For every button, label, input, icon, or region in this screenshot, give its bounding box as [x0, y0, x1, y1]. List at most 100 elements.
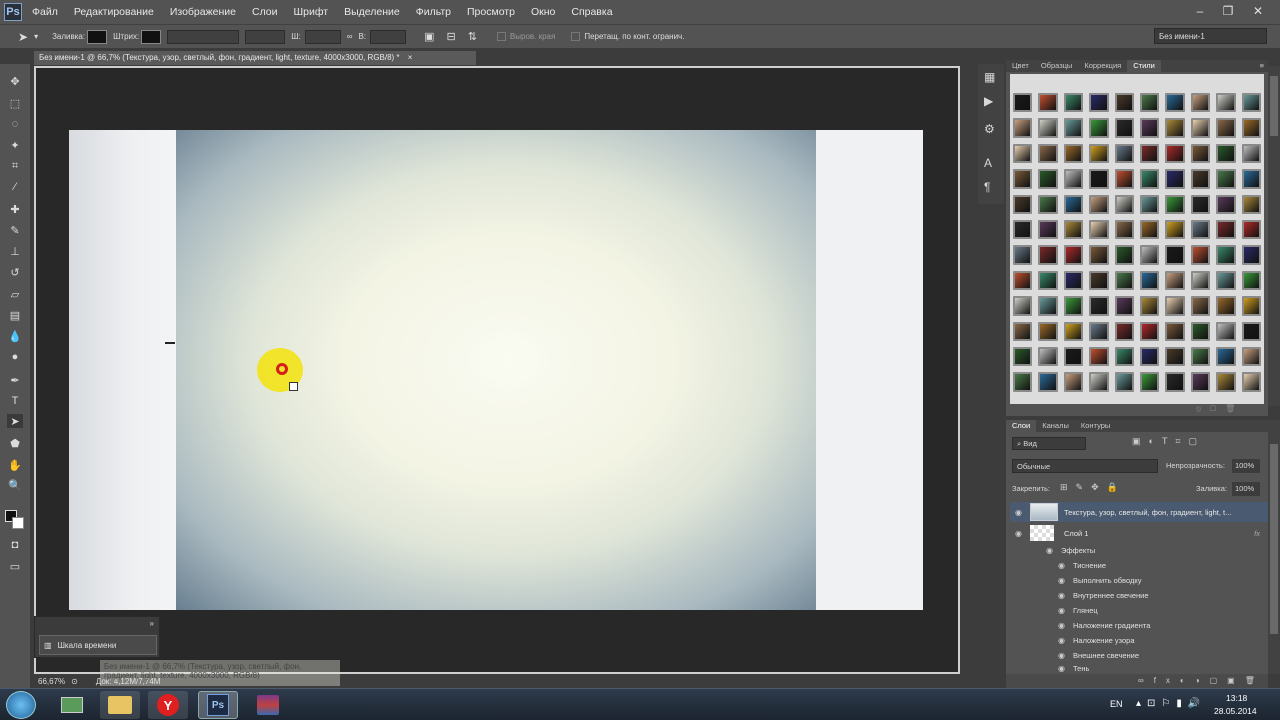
style-preset-swatch[interactable] [1190, 143, 1211, 164]
style-preset-swatch[interactable] [1038, 169, 1058, 189]
style-preset-swatch[interactable] [1165, 194, 1185, 214]
tray-icons[interactable]: ▴⊡⚐▮🔊 [1136, 698, 1206, 709]
style-preset-swatch[interactable] [1063, 219, 1084, 240]
style-preset-swatch[interactable] [1139, 321, 1160, 341]
style-preset-swatch[interactable] [1139, 372, 1160, 392]
style-preset-swatch[interactable] [1063, 321, 1084, 341]
fill-swatch[interactable] [87, 29, 108, 44]
menu-help[interactable]: Справка [571, 6, 612, 18]
style-preset-swatch[interactable] [1114, 270, 1134, 291]
style-preset-swatch[interactable] [1216, 372, 1236, 392]
style-preset-swatch[interactable] [1165, 372, 1185, 392]
effects-header[interactable]: ◉ Эффекты [1046, 543, 1095, 558]
style-preset-swatch[interactable] [1089, 321, 1109, 341]
panel-menu-icon[interactable]: ≡ [1256, 60, 1268, 72]
style-preset-swatch[interactable] [1190, 169, 1211, 189]
menu-edit[interactable]: Редактирование [74, 6, 154, 18]
panel-expand-icon[interactable]: » [150, 619, 154, 628]
effect-row[interactable]: ◉ Внешнее свечение [1058, 648, 1139, 663]
style-preset-swatch[interactable] [1038, 93, 1058, 113]
style-preset-swatch[interactable] [1013, 321, 1033, 341]
style-preset-swatch[interactable] [1241, 346, 1261, 367]
style-preset-swatch[interactable] [1013, 169, 1033, 189]
style-preset-swatch[interactable] [1190, 245, 1211, 265]
style-preset-swatch[interactable] [1114, 321, 1134, 341]
style-preset-swatch[interactable] [1038, 296, 1058, 316]
document-canvas[interactable] [69, 130, 923, 610]
style-preset-swatch[interactable] [1089, 143, 1109, 164]
height-field[interactable] [370, 29, 407, 44]
styles-scrollbar[interactable] [1268, 66, 1280, 406]
tab-paths[interactable]: Контуры [1075, 420, 1116, 432]
document-tab[interactable]: Без имени-1 @ 66,7% (Текстура, узор, све… [34, 51, 476, 65]
menu-image[interactable]: Изображение [170, 6, 236, 18]
width-field[interactable] [304, 29, 341, 44]
style-preset-swatch[interactable] [1013, 346, 1033, 367]
style-preset-swatch[interactable] [1038, 194, 1058, 214]
stroke-type-dropdown[interactable] [245, 29, 286, 44]
start-button-icon[interactable] [6, 691, 36, 719]
style-preset-swatch[interactable] [1241, 93, 1261, 113]
effect-row[interactable]: ◉ Наложение градиента [1058, 618, 1150, 633]
style-preset-swatch[interactable] [1089, 93, 1109, 113]
style-preset-swatch[interactable] [1216, 245, 1236, 265]
style-preset-swatch[interactable] [1139, 270, 1160, 291]
path-select-tool-icon[interactable]: ➤ [18, 30, 28, 44]
style-preset-swatch[interactable] [1063, 194, 1084, 214]
stroke-swatch[interactable] [141, 29, 162, 44]
lasso-tool-icon[interactable]: ◌ [7, 117, 23, 131]
style-preset-swatch[interactable] [1241, 372, 1261, 392]
style-preset-swatch[interactable] [1114, 169, 1134, 189]
clock-date[interactable]: 28.05.2014 [1214, 706, 1257, 716]
style-preset-swatch[interactable] [1089, 219, 1109, 240]
properties-panel-icon[interactable]: ⚙ [984, 122, 995, 136]
actions-panel-icon[interactable]: ▶ [984, 94, 993, 108]
path-ops-icon[interactable]: ▣ [424, 30, 434, 43]
align-edges-checkbox[interactable] [496, 32, 506, 41]
healing-brush-tool-icon[interactable]: ✚ [7, 202, 23, 216]
style-preset-swatch[interactable] [1216, 169, 1236, 189]
magic-wand-tool-icon[interactable]: ✦ [7, 138, 23, 152]
style-preset-swatch[interactable] [1038, 219, 1058, 240]
clone-stamp-tool-icon[interactable]: ⊥ [7, 244, 23, 258]
style-preset-swatch[interactable] [1165, 169, 1185, 189]
style-preset-swatch[interactable] [1190, 346, 1211, 367]
style-preset-swatch[interactable] [1038, 118, 1058, 138]
style-preset-swatch[interactable] [1063, 372, 1084, 392]
close-icon[interactable]: ✕ [1248, 2, 1268, 20]
style-preset-swatch[interactable] [1241, 118, 1261, 138]
stroke-width-field[interactable] [167, 29, 240, 44]
menu-file[interactable]: Файл [32, 6, 58, 18]
style-preset-swatch[interactable] [1013, 118, 1033, 138]
fill-field[interactable]: 100% [1232, 482, 1260, 496]
close-tab-icon[interactable]: × [408, 53, 413, 62]
style-preset-swatch[interactable] [1089, 169, 1109, 189]
history-brush-tool-icon[interactable]: ↺ [7, 265, 23, 279]
screen-mode-icon[interactable]: ▭ [7, 559, 23, 573]
style-preset-swatch[interactable] [1241, 219, 1261, 240]
menu-filter[interactable]: Фильтр [416, 6, 451, 18]
crop-tool-icon[interactable]: ⌗ [7, 159, 23, 173]
style-preset-swatch[interactable] [1089, 372, 1109, 392]
link-icon[interactable]: ∞ [347, 32, 353, 41]
style-preset-swatch[interactable] [1241, 169, 1261, 189]
effect-row[interactable]: ◉ Глянец [1058, 603, 1098, 618]
tab-swatches[interactable]: Образцы [1035, 60, 1079, 72]
effect-row[interactable]: ◉ Тиснение [1058, 558, 1106, 573]
style-preset-swatch[interactable] [1038, 270, 1058, 291]
style-preset-swatch[interactable] [1190, 270, 1211, 291]
style-preset-swatch[interactable] [1089, 245, 1109, 265]
style-preset-swatch[interactable] [1063, 296, 1084, 316]
style-preset-swatch[interactable] [1241, 245, 1261, 265]
eyedropper-tool-icon[interactable]: ⁄ [7, 180, 23, 194]
lock-icons[interactable]: ⊞✎✥🔒 [1060, 482, 1126, 493]
visibility-eye-icon[interactable]: ◉ [1058, 664, 1065, 673]
style-preset-swatch[interactable] [1114, 118, 1134, 138]
style-preset-swatch[interactable] [1089, 296, 1109, 316]
eraser-tool-icon[interactable]: ▱ [7, 287, 23, 301]
path-align-icon[interactable]: ⊟ [446, 30, 455, 43]
style-preset-swatch[interactable] [1139, 93, 1160, 113]
visibility-eye-icon[interactable]: ◉ [1046, 546, 1053, 555]
winrar-icon[interactable] [248, 691, 288, 719]
style-preset-swatch[interactable] [1013, 93, 1033, 113]
